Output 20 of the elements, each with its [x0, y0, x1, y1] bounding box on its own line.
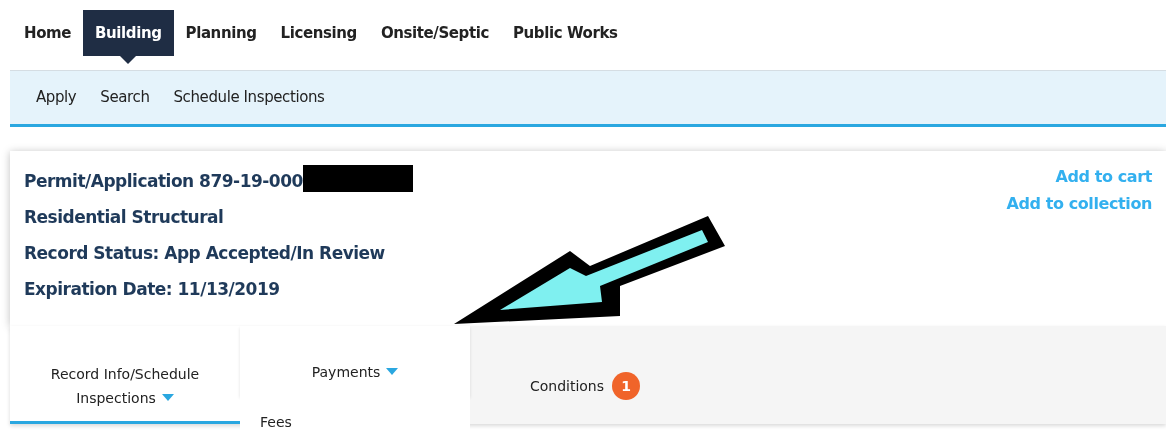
nav-tab[interactable]: Building [83, 10, 174, 56]
dropdown-item[interactable]: Fees [260, 412, 292, 433]
nav-tab[interactable]: Licensing [268, 10, 369, 56]
record-tab[interactable]: Record Info/Schedule Inspections [10, 326, 240, 424]
subnav-link[interactable]: Schedule Inspections [161, 86, 337, 109]
count-badge: 1 [612, 371, 641, 400]
record-detail: Record Status: App Accepted/In Review [24, 242, 386, 265]
record-detail: Expiration Date: 11/13/2019 [24, 278, 281, 301]
record-tab[interactable]: Payments [240, 326, 470, 396]
nav-tab[interactable]: Public Works [500, 10, 630, 56]
subnav-link[interactable]: Apply [24, 86, 89, 109]
caret-icon [161, 394, 174, 401]
record-detail: Residential Structural [24, 206, 225, 229]
record-title: Permit/Application 879-19-000 [24, 170, 303, 193]
nav-tab[interactable]: Onsite/Septic [368, 10, 501, 56]
record-tab[interactable]: Conditions 1 [470, 326, 700, 424]
nav-tab[interactable]: Home [12, 10, 84, 56]
caret-icon [386, 367, 399, 375]
nav-tab[interactable]: Planning [173, 10, 269, 56]
subnav-link[interactable]: Search [88, 86, 162, 109]
